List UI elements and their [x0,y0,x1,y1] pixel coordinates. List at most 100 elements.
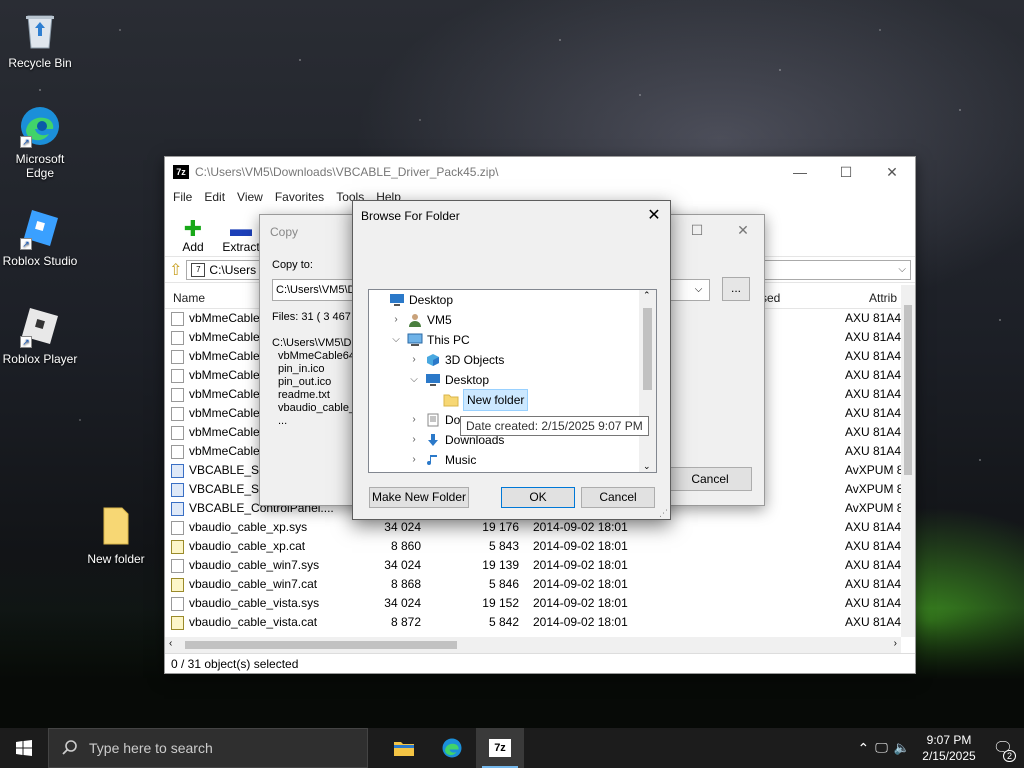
vertical-scrollbar[interactable]: ⌃ ⌄ [639,290,656,472]
file-icon [171,331,184,345]
up-folder-icon[interactable]: ⇧ [169,260,182,280]
column-name[interactable]: Name [173,291,205,305]
scrollbar-thumb[interactable] [185,641,457,649]
file-attributes: AXU 81A4 [845,330,901,344]
chevron-down-icon[interactable]: ⌵ [688,279,710,301]
tree-item[interactable]: Desktop [371,290,453,310]
plus-icon: ✚ [183,216,203,241]
minus-icon: ▬ [230,216,252,241]
file-size: 8 860 [390,539,421,553]
file-attributes: AXU 81A4 [845,558,901,572]
close-button[interactable]: ✕ [638,201,670,231]
table-row[interactable]: vbaudio_cable_vista.cat 8 872 5 842 2014-09… [165,613,901,632]
chevron-right-icon[interactable]: › [407,450,421,470]
horizontal-scrollbar[interactable]: ‹ › [165,637,901,653]
scroll-left-icon[interactable]: ‹ [169,638,172,649]
column-attributes[interactable]: Attrib [869,291,897,305]
volume-muted-icon[interactable]: 🔈 [894,740,910,756]
start-button[interactable] [0,728,48,768]
taskbar-file-explorer[interactable] [380,728,428,768]
file-attributes: AvXPUM 81 [845,501,901,515]
file-packed-size: 19 139 [482,558,519,572]
tree-item[interactable]: › 3D Objects [407,350,504,370]
notification-count: 2 [1002,750,1016,762]
tree-item[interactable]: New folder [425,389,529,411]
table-row[interactable]: vbaudio_cable_xp.cat 8 860 5 843 2014-09-02… [165,537,901,556]
cancel-button[interactable]: Cancel [668,467,752,491]
scrollbar-thumb[interactable] [643,308,652,390]
extract-button[interactable]: ▬ Extract [221,216,261,255]
desktop-icon-edge[interactable]: ↗ Microsoft Edge [0,104,80,180]
chevron-right-icon[interactable]: › [407,410,421,430]
file-explorer-icon [394,742,414,756]
vertical-scrollbar[interactable] [901,285,915,637]
chevron-right-icon[interactable]: › [389,310,403,330]
menu-file[interactable]: File [167,190,198,204]
maximize-button[interactable]: ☐ [823,157,869,187]
file-modified: 2014-09-02 18:01 [533,577,628,591]
tree-item-label: Desktop [409,293,454,307]
network-icon[interactable]: 🖵 [875,740,888,756]
chevron-down-icon[interactable]: ⌵ [407,370,421,390]
desktop-icon-new-folder[interactable]: New folder [76,504,156,566]
cancel-button[interactable]: Cancel [581,487,655,508]
table-row[interactable]: vbaudio_cable_win7.sys 34 024 19 139 2014-0… [165,556,901,575]
shortcut-arrow-icon: ↗ [20,336,32,348]
chevron-right-icon[interactable]: › [407,350,421,370]
file-name: vbaudio_cable_vista.sys [189,596,320,610]
chevron-down-icon[interactable]: ⌵ [389,330,403,350]
file-size: 34 024 [384,596,421,610]
executable-icon [171,483,184,497]
file-attributes: AXU 81A4 [845,444,901,458]
scrollbar-thumb[interactable] [904,305,912,475]
make-new-folder-button[interactable]: Make New Folder [369,487,469,508]
status-bar: 0 / 31 object(s) selected [165,653,915,673]
file-modified: 2014-09-02 18:01 [533,558,628,572]
list-item: pin_in.ico [278,363,325,375]
taskbar-edge[interactable] [428,728,476,768]
tree-item[interactable]: ⌵ This PC [389,330,469,350]
scroll-right-icon[interactable]: › [894,638,897,649]
taskbar: Type here to search 7z ⌃ 🖵 🔈 9:07 PM 2/1… [0,728,1024,768]
file-attributes: AXU 81A4 [845,406,901,420]
sevenzip-titlebar[interactable]: 7z C:\Users\VM5\Downloads\VBCABLE_Driver… [165,157,915,187]
chevron-down-icon[interactable]: ⌵ [898,264,906,275]
chevron-up-icon[interactable]: ⌃ [858,740,870,757]
roblox-studio-icon: ↗ [18,206,62,250]
scroll-down-icon[interactable]: ⌄ [643,461,651,472]
clock[interactable]: 9:07 PM 2/15/2025 [916,732,982,764]
menu-favorites[interactable]: Favorites [269,190,330,204]
table-row[interactable]: vbaudio_cable_win7.cat 8 868 5 846 2014-09-… [165,575,901,594]
table-row[interactable]: vbaudio_cable_vista.sys 34 024 19 152 2014-… [165,594,901,613]
file-size: 34 024 [384,520,421,534]
tree-item[interactable]: › VM5 [389,310,452,330]
file-name: vbMmeCable [189,444,260,458]
list-item: readme.txt [278,389,330,401]
taskbar-7zip[interactable]: 7z [476,728,524,768]
tree-item[interactable]: › Music [407,450,476,470]
maximize-button[interactable]: ☐ [674,215,720,245]
menu-edit[interactable]: Edit [198,190,231,204]
browse-button[interactable]: ... [722,277,750,301]
file-name: vbMmeCable [189,368,260,382]
scroll-up-icon[interactable]: ⌃ [643,290,651,301]
close-button[interactable]: ✕ [869,157,915,187]
add-button[interactable]: ✚ Add [173,216,213,255]
resize-grip-icon[interactable]: ⋰ [659,508,668,519]
notification-icon[interactable]: 🗨 2 [988,738,1018,762]
search-box[interactable]: Type here to search [48,728,368,768]
desktop-icon-roblox-player[interactable]: ↗ Roblox Player [0,304,80,366]
menu-view[interactable]: View [231,190,269,204]
file-icon [171,597,184,611]
browse-for-folder-dialog: Browse For Folder ✕ ⌃ ⌄ Desktop › VM5 ⌵ This… [352,200,671,520]
desktop-icon-recycle-bin[interactable]: Recycle Bin [0,8,80,70]
shortcut-arrow-icon: ↗ [20,136,32,148]
minimize-button[interactable]: — [777,157,823,187]
chevron-right-icon[interactable]: › [407,430,421,450]
recycle-bin-icon [18,8,62,52]
table-row[interactable]: vbaudio_cable_xp.sys 34 024 19 176 2014-09-… [165,518,901,537]
desktop-icon-roblox-studio[interactable]: ↗ Roblox Studio [0,206,80,268]
close-button[interactable]: ✕ [720,215,766,245]
tree-item[interactable]: ⌵ Desktop [407,370,489,390]
ok-button[interactable]: OK [501,487,575,508]
